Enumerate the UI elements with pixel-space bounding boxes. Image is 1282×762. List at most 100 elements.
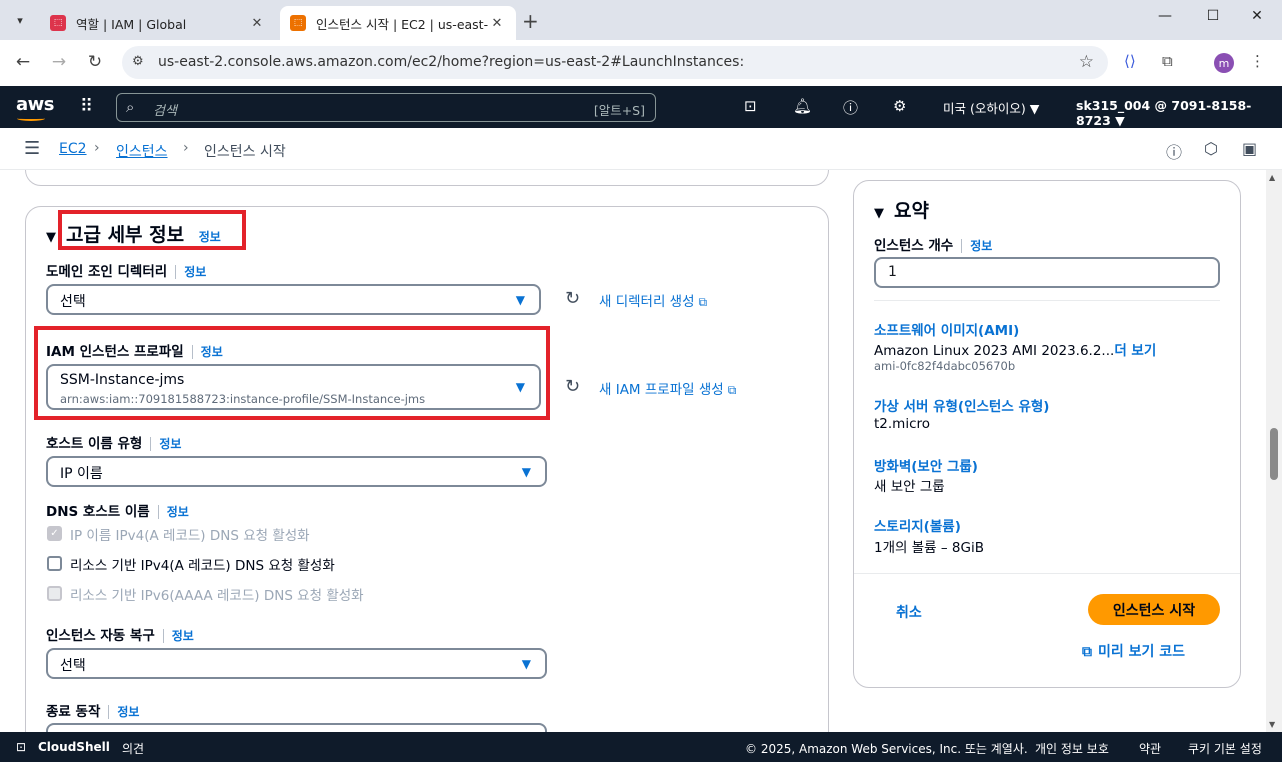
window-close-icon[interactable]: ✕	[1242, 8, 1272, 24]
auto-recovery-select[interactable]: 선택 ▼	[46, 648, 547, 679]
scroll-down-icon[interactable]: ▼	[1269, 720, 1275, 729]
extensions-puzzle-icon[interactable]: ⧉	[1162, 52, 1173, 70]
ami-link[interactable]: 소프트웨어 이미지(AMI)	[874, 319, 1019, 339]
ami-more-link[interactable]: 더 보기	[1114, 343, 1156, 359]
select-value: IP 이름	[60, 466, 103, 482]
tab-search-icon[interactable]: ▾	[8, 8, 32, 32]
tab-title: 역할 | IAM | Global	[76, 16, 187, 32]
new-tab-icon[interactable]: +	[522, 9, 539, 33]
preview-code-button[interactable]: ⧉ 미리 보기 코드	[1082, 641, 1185, 661]
forward-icon[interactable]: →	[48, 52, 70, 72]
label-text: 종료 동작	[46, 704, 101, 720]
storage-link[interactable]: 스토리지(볼륨)	[874, 515, 961, 535]
terms-link[interactable]: 약관	[1139, 740, 1161, 757]
info-link[interactable]: 정보	[172, 629, 194, 643]
extension-icon[interactable]: ⟨⟩	[1124, 52, 1136, 70]
domain-directory-label: 도메인 조인 디렉터리 정보	[46, 260, 206, 280]
dropdown-caret-icon: ▼	[515, 293, 525, 307]
info-link[interactable]: 정보	[159, 437, 181, 451]
refresh-icon[interactable]: ↻	[565, 376, 580, 397]
info-link[interactable]: 정보	[117, 705, 139, 719]
iam-profile-select[interactable]: SSM-Instance-jms arn:aws:iam::7091815887…	[46, 364, 541, 410]
select-arn: arn:aws:iam::709181588723:instance-profi…	[60, 392, 426, 406]
page-scrollbar[interactable]: ▲ ▼	[1266, 170, 1282, 732]
url-bar[interactable]: ⚙ us-east-2.console.aws.amazon.com/ec2/h…	[122, 46, 1108, 79]
caret-down-icon: ▼	[874, 206, 884, 221]
resource-ipv4-dns-checkbox[interactable]	[47, 556, 62, 571]
info-link[interactable]: 정보	[167, 505, 189, 519]
firewall-value: 새 보안 그룹	[874, 479, 945, 495]
create-iam-profile-link[interactable]: 새 IAM 프로파일 생성 ⧉	[599, 378, 736, 398]
dropdown-caret-icon: ▼	[521, 657, 531, 671]
separator	[961, 239, 963, 253]
dns-hostname-label: DNS 호스트 이름 정보	[46, 500, 189, 520]
notifications-panel-icon[interactable]: ⬡	[1204, 139, 1218, 158]
notifications-bell-icon[interactable]: 🔔︎	[793, 97, 812, 115]
close-tab-icon[interactable]: ✕	[488, 16, 506, 31]
info-link[interactable]: 정보	[970, 239, 992, 253]
label-text: DNS 호스트 이름	[46, 504, 150, 520]
breadcrumb-ec2[interactable]: EC2	[59, 141, 87, 157]
browser-menu-icon[interactable]: ⋮	[1250, 52, 1265, 70]
info-panel-icon[interactable]: ⓘ	[1166, 139, 1182, 163]
ami-id: ami-0fc82f4dabc05670b	[874, 359, 1016, 373]
feedback-link[interactable]: 의견	[122, 740, 144, 757]
maximize-icon[interactable]: ☐	[1198, 8, 1228, 24]
instance-count-label: 인스턴스 개수 정보	[874, 234, 992, 254]
instance-type-value: t2.micro	[874, 416, 931, 432]
label-text: 도메인 조인 디렉터리	[46, 264, 168, 280]
minimize-icon[interactable]: —	[1150, 8, 1180, 24]
domain-directory-select[interactable]: 선택 ▼	[46, 284, 541, 315]
launch-instance-button[interactable]: 인스턴스 시작	[1088, 594, 1220, 625]
browser-tab-iam[interactable]: ⬚ 역할 | IAM | Global ✕	[40, 6, 276, 40]
chevron-right-icon: ›	[183, 140, 189, 156]
close-tab-icon[interactable]: ✕	[248, 16, 266, 31]
aws-logo[interactable]: aws	[16, 94, 55, 115]
account-menu[interactable]: sk315_004 @ 7091-8158-8723 ▼	[1076, 98, 1282, 128]
shutdown-behavior-select[interactable]	[46, 723, 547, 732]
info-link[interactable]: 정보	[184, 265, 206, 279]
site-settings-icon[interactable]: ⚙	[132, 54, 144, 69]
cookie-preferences-link[interactable]: 쿠키 기본 설정	[1188, 740, 1262, 757]
browser-tab-ec2[interactable]: ⬚ 인스턴스 시작 | EC2 | us-east-2 ✕	[280, 6, 516, 40]
breadcrumb-instances[interactable]: 인스턴스	[116, 141, 168, 161]
scroll-up-icon[interactable]: ▲	[1269, 173, 1275, 182]
separator	[162, 629, 164, 643]
cloudshell-icon[interactable]: ⊡	[16, 740, 26, 754]
info-link[interactable]: 정보	[201, 345, 223, 359]
console-search-input[interactable]: ⌕ 검색 [알트+S]	[116, 93, 656, 122]
search-icon: ⌕	[126, 98, 135, 116]
feedback-panel-icon[interactable]: ▣	[1242, 139, 1257, 158]
cloudshell-icon[interactable]: ⊡	[744, 97, 757, 115]
back-icon[interactable]: ←	[12, 52, 34, 72]
bookmark-star-icon[interactable]: ☆	[1079, 52, 1094, 72]
refresh-icon[interactable]: ↻	[565, 288, 580, 309]
instance-type-link[interactable]: 가상 서버 유형(인스턴스 유형)	[874, 395, 1049, 415]
cancel-button[interactable]: 취소	[896, 602, 922, 622]
button-label: 미리 보기 코드	[1098, 644, 1186, 660]
link-text: 새 디렉터리 생성	[599, 294, 695, 310]
instance-count-input[interactable]: 1	[874, 257, 1220, 288]
scroll-thumb[interactable]	[1270, 428, 1278, 480]
ip-name-dns-checkbox[interactable]: ✓	[47, 526, 62, 541]
settings-gear-icon[interactable]: ⚙	[893, 97, 906, 115]
help-icon[interactable]: ⓘ	[843, 97, 858, 118]
copyright-text: © 2025, Amazon Web Services, Inc. 또는 계열사…	[745, 742, 1028, 756]
profile-avatar[interactable]: m	[1214, 53, 1234, 73]
region-selector[interactable]: 미국 (오하이오) ▼	[943, 98, 1039, 117]
privacy-link[interactable]: 개인 정보 보호	[1035, 740, 1109, 757]
services-grid-icon[interactable]: ⠿	[80, 96, 93, 117]
summary-header[interactable]: ▼ 요약	[874, 196, 929, 223]
preview-code-icon: ⧉	[1082, 644, 1092, 660]
hostname-type-select[interactable]: IP 이름 ▼	[46, 456, 547, 487]
side-nav-menu-icon[interactable]: ☰	[24, 138, 40, 159]
reload-icon[interactable]: ↻	[84, 52, 106, 72]
dropdown-caret-icon: ▼	[521, 465, 531, 479]
cloudshell-link[interactable]: CloudShell	[38, 740, 110, 754]
firewall-link[interactable]: 방화벽(보안 그룹)	[874, 455, 978, 475]
main-content: ▼ 고급 세부 정보 정보 도메인 조인 디렉터리 정보 선택 ▼ ↻ 새 디렉터리…	[0, 170, 1266, 732]
resource-ipv6-dns-checkbox[interactable]	[47, 586, 62, 601]
external-link-icon: ⧉	[698, 295, 708, 309]
dropdown-caret-icon: ▼	[515, 380, 525, 394]
create-directory-link[interactable]: 새 디렉터리 생성 ⧉	[599, 290, 707, 310]
